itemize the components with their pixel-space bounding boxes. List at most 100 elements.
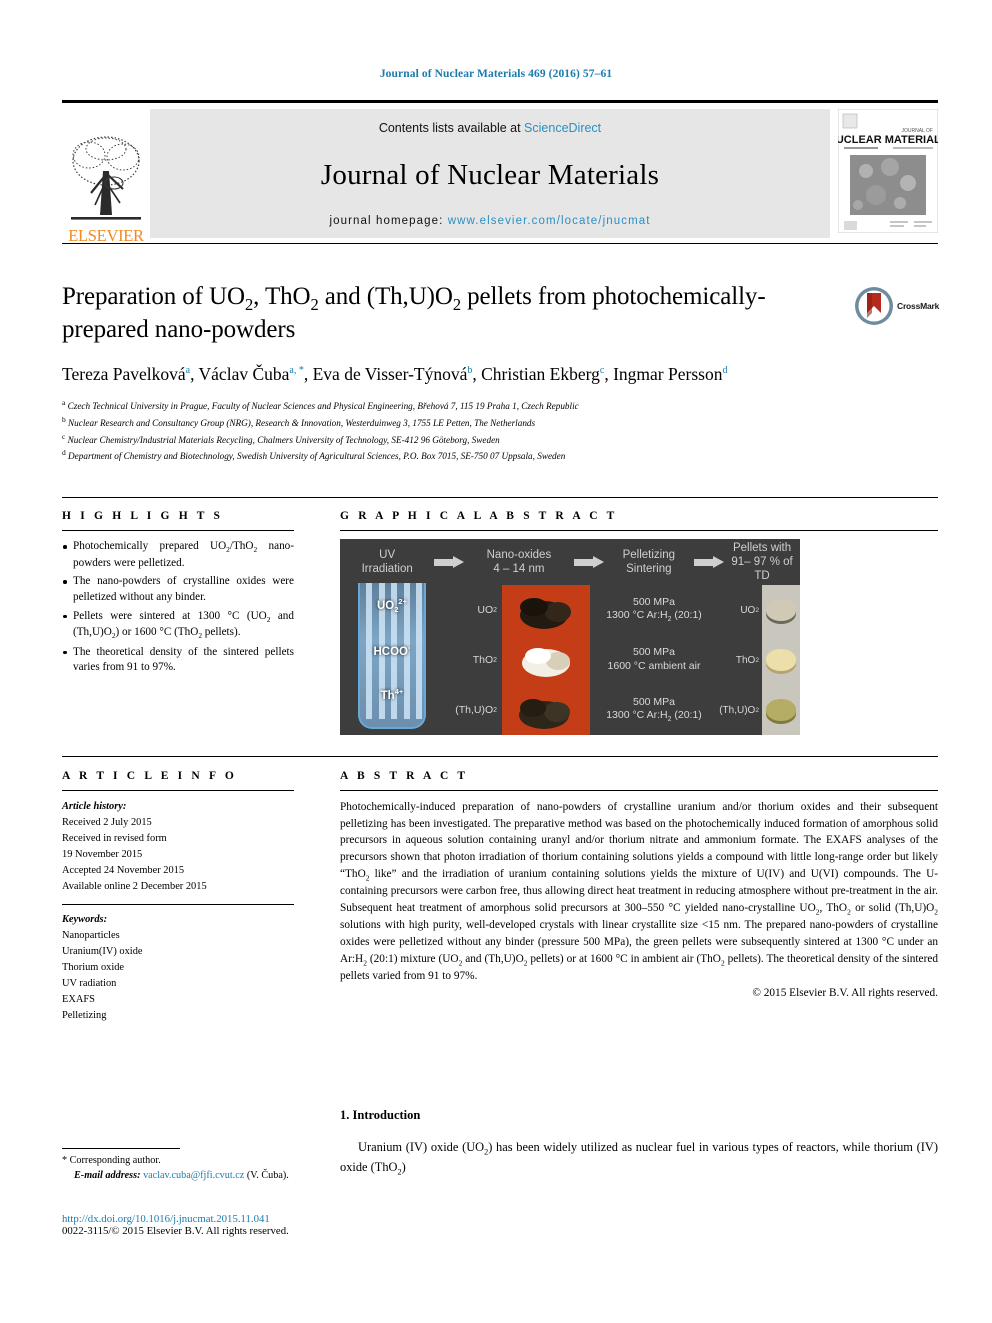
ga-stage-td-line1: Pellets with: [732, 541, 792, 554]
ga-stage-td-line2: 91– 97 % of TD: [731, 555, 793, 583]
affiliation-text: Czech Technical University in Prague, Fa…: [67, 401, 579, 412]
svg-text:NUCLEAR MATERIALS: NUCLEAR MATERIALS: [838, 134, 938, 146]
keyword-item: Nanoparticles: [62, 930, 120, 942]
ga-uv-reactor: UO22+ HCOO- Th4+: [340, 583, 442, 735]
crossmark-label: CrossMark: [897, 301, 940, 311]
keywords-label: Keywords:: [62, 914, 108, 926]
pellet-label: (Th,U)O 2: [719, 704, 759, 716]
history-item: Available online 2 December 2015: [62, 881, 207, 893]
highlights-heading: H I G H L I G H T S: [62, 510, 224, 522]
ga-pellet-photos: [762, 585, 800, 735]
email-suffix: (V. Čuba).: [246, 1170, 289, 1182]
conditions-temperature: 1600 °C ambient air: [607, 660, 701, 672]
keyword-item: Pelletizing: [62, 1010, 107, 1022]
uv-reactor-vessel-icon: UO22+ HCOO- Th4+: [358, 583, 426, 729]
list-item: Pellets were sintered at 1300 °C (UO2 an…: [62, 609, 294, 642]
article-history: Article history: Received 2 July 2015 Re…: [62, 799, 294, 895]
corresponding-marker: *: [62, 1155, 68, 1166]
introduction-paragraph: Uranium (IV) oxide (UO2) has been widely…: [340, 1140, 938, 1177]
keyword-item: Uranium(IV) oxide: [62, 946, 143, 958]
powder-photo-uo2: [502, 585, 590, 635]
ga-body-row: UO22+ HCOO- Th4+ UO 2 ThO 2 (Th,U)O 2 50…: [340, 583, 800, 735]
ga-stage-pelletizing-line2: Sintering: [626, 563, 672, 575]
list-item: The theoretical density of the sintered …: [62, 645, 294, 676]
keyword-item: Thorium oxide: [62, 962, 125, 974]
keyword-item: EXAFS: [62, 994, 95, 1006]
ga-stage-pelletizing-line1: Pelletizing: [622, 548, 676, 561]
ga-header-row: UV Irradiation Nano-oxides 4 – 14 nm Pel…: [340, 539, 800, 585]
footnote-divider: [62, 1148, 180, 1149]
journal-cover-thumbnail: JOURNAL OF NUCLEAR MATERIALS: [828, 108, 948, 238]
author-affiliation-mark: d: [722, 364, 728, 376]
history-item: 19 November 2015: [62, 849, 143, 861]
crossmark-icon: [855, 287, 893, 325]
conditions-temperature: 1300 °C Ar:H2 (20:1): [606, 609, 702, 624]
ga-stage-pelletizing-label: Pelletizing Sintering: [604, 548, 695, 577]
author-name: Christian Ekberg: [481, 363, 600, 384]
affiliation-list: a Czech Technical University in Prague, …: [62, 397, 922, 463]
conditions-cell: 500 MPa 1300 °C Ar:H2 (20:1): [590, 685, 718, 735]
affiliation-item: b Nuclear Research and Consultancy Group…: [62, 414, 922, 431]
species-uranyl: UO22+: [376, 597, 408, 615]
keyword-item: UV radiation: [62, 978, 117, 990]
affiliation-text: Department of Chemistry and Biotechnolog…: [68, 451, 566, 462]
history-item: Received in revised form: [62, 833, 167, 845]
paper-page: Journal of Nuclear Materials 469 (2016) …: [0, 0, 992, 1323]
powder-heap-icon: [522, 648, 570, 677]
abstract-section: A B S T R A C T Photochemically-induced …: [340, 770, 938, 999]
article-info-top-divider: [62, 756, 938, 757]
article-info-heading: A R T I C L E I N F O: [62, 770, 237, 782]
affiliation-item: c Nuclear Chemistry/Industrial Materials…: [62, 431, 922, 448]
keywords-divider: [62, 904, 294, 906]
email-link[interactable]: vaclav.cuba@fjfi.cvut.cz: [143, 1170, 244, 1181]
affiliation-mark: d: [62, 448, 66, 458]
ga-stage-nano-label: Nano-oxides 4 – 14 nm: [464, 548, 573, 577]
conditions-pressure: 500 MPa: [632, 646, 676, 659]
powder-photo-thuo2: [502, 685, 590, 735]
masthead-center: Contents lists available at ScienceDirec…: [150, 109, 830, 238]
highlights-list: Photochemically prepared UO2/ThO2 nano-p…: [62, 539, 294, 676]
arrow-right-icon: [694, 555, 725, 569]
pellet-disc: [766, 649, 796, 671]
species-formate: HCOO-: [373, 643, 411, 658]
article-history-label: Article history:: [62, 801, 127, 812]
doi-link[interactable]: http://dx.doi.org/10.1016/j.jnucmat.2015…: [62, 1213, 462, 1225]
email-label: E-mail address:: [74, 1170, 141, 1182]
author-affiliation-mark: b: [467, 364, 473, 376]
arrow-right-icon: [573, 555, 604, 569]
ga-pellet-column: UO 2 ThO 2 (Th,U)O 2: [718, 585, 800, 735]
ga-stage-uv-line1: UV: [379, 548, 396, 561]
ga-powder-photos: [502, 585, 590, 735]
abstract-copyright: © 2015 Elsevier B.V. All rights reserved…: [752, 986, 938, 999]
powder-label: UO 2: [477, 604, 497, 616]
conditions-pressure: 500 MPa: [632, 695, 676, 708]
sciencedirect-link[interactable]: ScienceDirect: [524, 121, 601, 135]
crossmark-badge[interactable]: CrossMark: [854, 284, 940, 328]
species-thorium: Th4+: [380, 687, 404, 702]
affiliation-item: a Czech Technical University in Prague, …: [62, 397, 922, 414]
journal-masthead: ELSEVIER Contents lists available at Sci…: [62, 100, 948, 244]
highlights-top-divider: [62, 497, 938, 498]
introduction-section: 1. Introduction Uranium (IV) oxide (UO2)…: [340, 1108, 938, 1179]
pellet-disc: [766, 599, 796, 621]
homepage-url-link[interactable]: www.elsevier.com/locate/jnucmat: [448, 215, 651, 227]
list-item: The nano-powders of crystalline oxides w…: [62, 574, 294, 605]
running-head: Journal of Nuclear Materials 469 (2016) …: [379, 68, 613, 80]
history-item: Received 2 July 2015: [62, 817, 152, 829]
graphical-abstract-figure: UV Irradiation Nano-oxides 4 – 14 nm Pel…: [340, 539, 800, 735]
pellet-disc: [766, 699, 796, 721]
highlights-rule: [62, 530, 294, 531]
graphical-abstract-section: G R A P H I C A L A B S T R A C T UV Irr…: [340, 510, 938, 735]
affiliation-mark: c: [62, 431, 66, 441]
ga-stage-uv-line2: Irradiation: [361, 563, 413, 575]
ga-pellet-labels: UO 2 ThO 2 (Th,U)O 2: [718, 585, 762, 735]
ga-stage-td-label: Pellets with 91– 97 % of TD: [724, 541, 800, 584]
affiliation-text: Nuclear Research and Consultancy Group (…: [68, 418, 536, 429]
powder-heap-icon: [520, 598, 571, 629]
pellet-photo-thuo2: [762, 685, 800, 735]
powder-label: (Th,U)O 2: [455, 704, 497, 716]
author-name: Ingmar Persson: [613, 363, 723, 384]
homepage-prefix: journal homepage:: [329, 215, 448, 227]
graphical-abstract-rule: [340, 530, 938, 531]
ga-conditions-column: 500 MPa 1300 °C Ar:H2 (20:1) 500 MPa 160…: [590, 585, 718, 735]
